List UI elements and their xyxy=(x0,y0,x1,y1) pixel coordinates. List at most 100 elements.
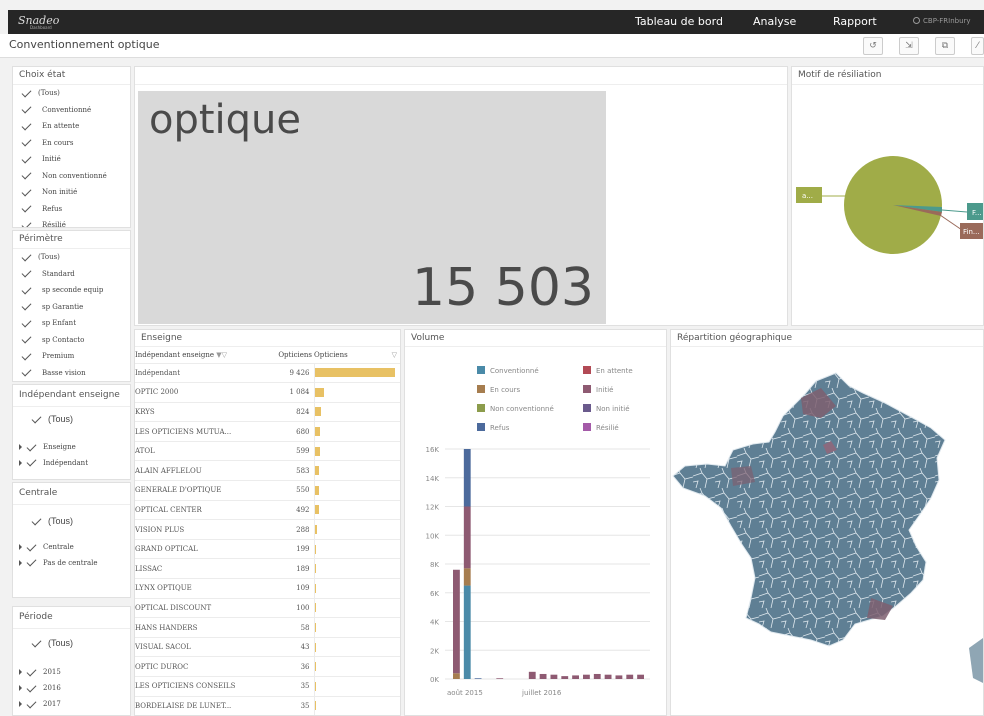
history-button[interactable]: ↺ xyxy=(863,37,883,55)
volume-bar-segment[interactable] xyxy=(626,674,634,679)
table-row[interactable]: GENERALE D'OPTIQUE 550 xyxy=(135,480,400,501)
volume-bar-segment[interactable] xyxy=(463,506,471,569)
filter-item[interactable]: En cours xyxy=(13,135,130,152)
filter-item-independant[interactable]: Indépendant xyxy=(13,456,130,470)
filter-item-pas-de-centrale[interactable]: Pas de centrale xyxy=(13,556,130,570)
filter-item[interactable]: Premium xyxy=(13,348,130,365)
column-header-opticiens-bar[interactable]: Opticiens ▽ xyxy=(314,347,400,364)
filter-icon[interactable]: ▼▽ xyxy=(216,351,227,359)
filter-item[interactable]: (Tous) xyxy=(13,249,130,266)
more-button[interactable]: ⁄ xyxy=(971,37,984,55)
legend-item[interactable]: Conventionné xyxy=(477,366,539,375)
motif-pie-chart[interactable]: a... F... Fin... xyxy=(792,86,984,326)
table-row[interactable]: ATOL 599 xyxy=(135,441,400,462)
volume-bar-segment[interactable] xyxy=(593,673,601,679)
volume-bar-segment[interactable] xyxy=(572,675,579,679)
expand-icon[interactable] xyxy=(19,459,22,466)
table-row[interactable]: OPTICAL DISCOUNT 100 xyxy=(135,598,400,619)
table-row[interactable]: VISUAL SACOL 43 xyxy=(135,637,400,658)
nav-rapport[interactable]: Rapport xyxy=(833,15,877,28)
nav-tableau-de-bord[interactable]: Tableau de bord xyxy=(635,15,723,28)
table-row[interactable]: OPTIC 2000 1 084 xyxy=(135,382,400,403)
volume-bar-segment[interactable] xyxy=(637,674,644,679)
volume-bar-segment[interactable] xyxy=(496,678,504,679)
filter-item[interactable]: Non initié xyxy=(13,184,130,201)
volume-bar-chart[interactable]: 0K 2K 4K 6K 8K 10K 12K 14K 16K août 2015 juillet 2… xyxy=(405,435,667,715)
filter-item-tous[interactable]: (Tous) xyxy=(13,509,130,533)
expand-icon[interactable] xyxy=(19,701,22,707)
volume-bar-segment[interactable] xyxy=(463,585,471,679)
table-row[interactable]: OPTIC DUROC 36 xyxy=(135,656,400,677)
volume-bar-segment[interactable] xyxy=(550,674,558,679)
table-row[interactable]: LYNX OPTIQUE 109 xyxy=(135,578,400,599)
filter-item[interactable]: Résilié xyxy=(13,217,130,227)
table-row[interactable]: LES OPTICIENS MUTUA... 680 xyxy=(135,421,400,442)
filter-item-enseigne[interactable]: Enseigne xyxy=(13,439,130,456)
filter-item[interactable]: Initié xyxy=(13,151,130,168)
filter-item-tous[interactable]: (Tous) xyxy=(13,631,130,655)
filter-item-2017[interactable]: 2017 xyxy=(13,696,130,712)
table-row[interactable]: HANS HANDERS 58 xyxy=(135,617,400,638)
filter-item[interactable]: sp Garantie xyxy=(13,299,130,316)
filter-item[interactable]: sp seconde equip xyxy=(13,282,130,299)
volume-bar-segment[interactable] xyxy=(453,673,460,679)
legend-item[interactable]: Non initié xyxy=(583,404,630,413)
expand-icon[interactable] xyxy=(19,544,22,550)
legend-item[interactable]: En cours xyxy=(477,385,520,394)
table-row[interactable]: OPTICAL CENTER 492 xyxy=(135,500,400,521)
volume-bar-segment[interactable] xyxy=(528,671,536,679)
legend-item[interactable]: Initié xyxy=(583,385,613,394)
filter-item[interactable]: Conventionné xyxy=(13,102,130,119)
table-row[interactable]: GRAND OPTICAL 199 xyxy=(135,539,400,560)
filter-item-2015[interactable]: 2015 xyxy=(13,664,130,680)
volume-bar-segment[interactable] xyxy=(604,674,612,679)
table-row[interactable]: LES OPTICIENS CONSEILS 35 xyxy=(135,676,400,697)
france-map[interactable] xyxy=(671,348,984,716)
filter-item[interactable]: sp Contacto xyxy=(13,332,130,349)
table-row[interactable]: KRYS 824 xyxy=(135,402,400,423)
expand-icon[interactable] xyxy=(19,685,22,691)
volume-bar-segment[interactable] xyxy=(539,673,547,679)
corsica-shape[interactable] xyxy=(969,638,984,684)
legend-item[interactable]: Résilié xyxy=(583,423,619,432)
volume-bar-segment[interactable] xyxy=(583,674,590,679)
filter-item[interactable]: En attente xyxy=(13,118,130,135)
table-row[interactable]: ALAIN AFFLELOU 583 xyxy=(135,460,400,482)
filter-icon[interactable]: ▽ xyxy=(392,351,397,359)
pie-leader-line xyxy=(941,209,968,213)
volume-bar-segment[interactable] xyxy=(463,449,471,507)
filter-item[interactable]: (Tous) xyxy=(13,85,130,102)
column-header-opticiens-value[interactable]: Opticiens xyxy=(257,347,314,364)
filter-item-2016[interactable]: 2016 xyxy=(13,680,130,696)
fullscreen-button[interactable]: ⧉ xyxy=(935,37,955,55)
filter-item[interactable]: sp Enfant xyxy=(13,315,130,332)
table-row[interactable]: VISION PLUS 288 xyxy=(135,519,400,540)
enseigne-name-cell: GRAND OPTICAL xyxy=(135,539,257,560)
volume-bar-segment[interactable] xyxy=(615,675,623,679)
nav-analyse[interactable]: Analyse xyxy=(753,15,796,28)
expand-icon[interactable] xyxy=(19,444,22,450)
expand-icon[interactable] xyxy=(19,559,22,566)
user-menu[interactable]: CBP-FRInbury xyxy=(913,17,971,25)
filter-choix-etat: Choix état (Tous) Conventionné En attente E… xyxy=(12,66,131,228)
volume-bar-segment[interactable] xyxy=(453,569,460,674)
expand-icon[interactable] xyxy=(19,669,22,675)
filter-item-tous[interactable]: (Tous) xyxy=(13,407,130,431)
column-header-enseigne[interactable]: Indépendant enseigne ▼▽ xyxy=(135,347,257,364)
filter-item[interactable]: Non conventionné xyxy=(13,168,130,185)
legend-item[interactable]: Refus xyxy=(477,423,509,432)
table-row[interactable]: Indépendant 9 426 xyxy=(135,363,400,384)
kpi-card[interactable]: optique 15 503 xyxy=(138,91,606,324)
table-row[interactable]: BORDELAISE DE LUNET... 35 xyxy=(135,696,400,715)
table-row[interactable]: LISSAC 189 xyxy=(135,558,400,580)
legend-item[interactable]: En attente xyxy=(583,366,633,375)
filter-item[interactable]: Basse vision xyxy=(13,365,130,382)
volume-bar-segment[interactable] xyxy=(561,676,569,679)
filter-item[interactable]: Refus xyxy=(13,201,130,218)
legend-item[interactable]: Non conventionné xyxy=(477,404,554,413)
volume-bar-segment[interactable] xyxy=(474,678,482,679)
volume-bar-segment[interactable] xyxy=(463,568,471,586)
export-button[interactable]: ⇲ xyxy=(899,37,919,55)
filter-item-centrale[interactable]: Centrale xyxy=(13,539,130,556)
filter-item[interactable]: Standard xyxy=(13,266,130,283)
